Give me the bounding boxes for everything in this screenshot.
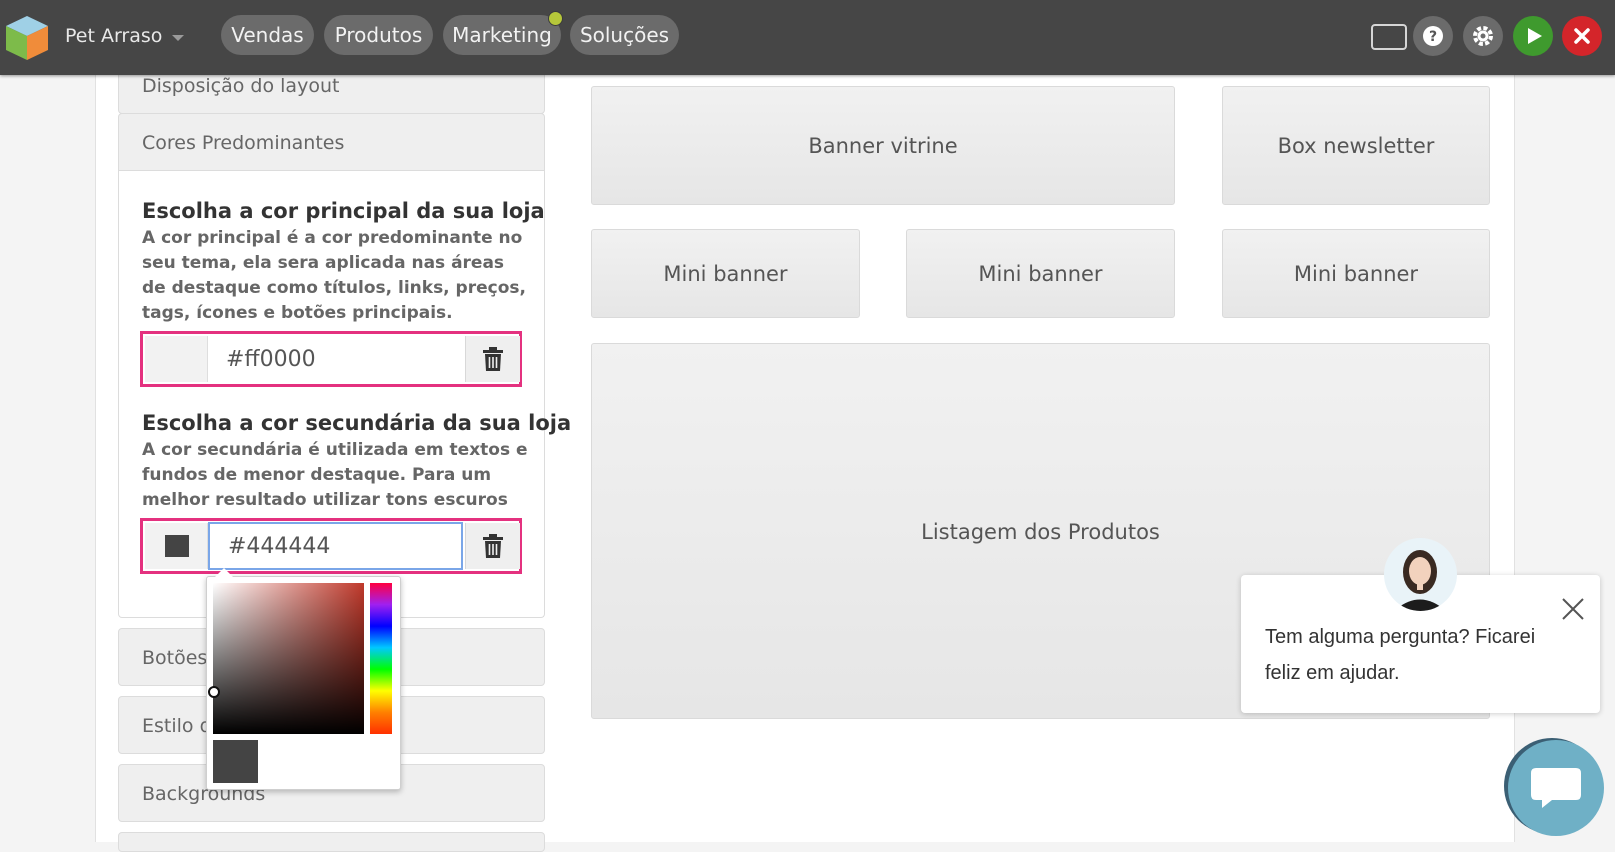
settings-button[interactable] <box>1463 16 1503 56</box>
block-banner-vitrine[interactable]: Banner vitrine <box>591 86 1175 205</box>
saturation-area[interactable] <box>208 583 364 734</box>
play-icon <box>1528 28 1542 44</box>
secondary-color-row <box>140 518 522 574</box>
nav-vendas[interactable]: Vendas <box>221 15 314 55</box>
chevron-down-icon[interactable] <box>172 35 184 41</box>
section-next[interactable] <box>118 832 545 852</box>
notification-dot <box>548 11 563 26</box>
secondary-delete-button[interactable] <box>465 523 520 569</box>
monitor-icon[interactable] <box>1371 24 1407 50</box>
agent-avatar-icon <box>1394 550 1446 611</box>
section-colors[interactable]: Cores Predominantes <box>118 113 545 171</box>
store-name[interactable]: Pet Arraso <box>65 25 162 47</box>
trash-icon <box>483 534 503 558</box>
agent-avatar <box>1384 538 1457 611</box>
color-preview <box>213 740 258 783</box>
secondary-color-swatch[interactable] <box>145 523 208 569</box>
primary-color-description: A cor principal é a cor predominante no … <box>142 228 526 323</box>
secondary-color-title: Escolha a cor secundária da sua loja <box>142 411 572 435</box>
close-editor-button[interactable] <box>1562 16 1602 56</box>
chat-launcher-button[interactable] <box>1508 740 1604 836</box>
primary-color-input[interactable] <box>208 335 463 383</box>
chat-message: Tem alguma pergunta? Ficarei feliz em aj… <box>1265 626 1536 684</box>
nav-solucoes[interactable]: Soluções <box>570 15 679 55</box>
primary-color-row <box>140 331 522 387</box>
block-mini-banner-1[interactable]: Mini banner <box>591 229 860 318</box>
secondary-swatch-color <box>165 535 189 557</box>
help-button[interactable]: ? <box>1413 16 1453 56</box>
trash-icon <box>483 347 503 371</box>
block-mini-banner-2[interactable]: Mini banner <box>906 229 1175 318</box>
app-logo-icon[interactable] <box>4 14 50 62</box>
hue-slider[interactable] <box>370 583 392 734</box>
saturation-handle[interactable] <box>208 686 220 698</box>
primary-delete-button[interactable] <box>465 336 520 382</box>
gear-icon <box>1473 26 1493 46</box>
top-bar: Pet Arraso Vendas Produtos Marketing Sol… <box>0 0 1615 75</box>
primary-color-swatch[interactable] <box>145 336 208 382</box>
nav-marketing[interactable]: Marketing <box>443 15 561 55</box>
picker-arrow <box>215 568 233 577</box>
play-button[interactable] <box>1513 16 1553 56</box>
chat-bubble-icon <box>1531 768 1581 808</box>
block-mini-banner-3[interactable]: Mini banner <box>1222 229 1490 318</box>
color-picker-popup <box>206 568 401 790</box>
block-newsletter[interactable]: Box newsletter <box>1222 86 1490 205</box>
secondary-color-description: A cor secundária é utilizada em textos e… <box>142 440 528 510</box>
secondary-color-input[interactable] <box>208 522 463 570</box>
nav-produtos[interactable]: Produtos <box>324 15 433 55</box>
svg-text:?: ? <box>1429 29 1437 45</box>
primary-color-title: Escolha a cor principal da sua loja <box>142 199 545 223</box>
help-icon: ? <box>1423 26 1443 46</box>
close-icon <box>1574 28 1590 44</box>
close-icon[interactable] <box>1560 596 1586 622</box>
